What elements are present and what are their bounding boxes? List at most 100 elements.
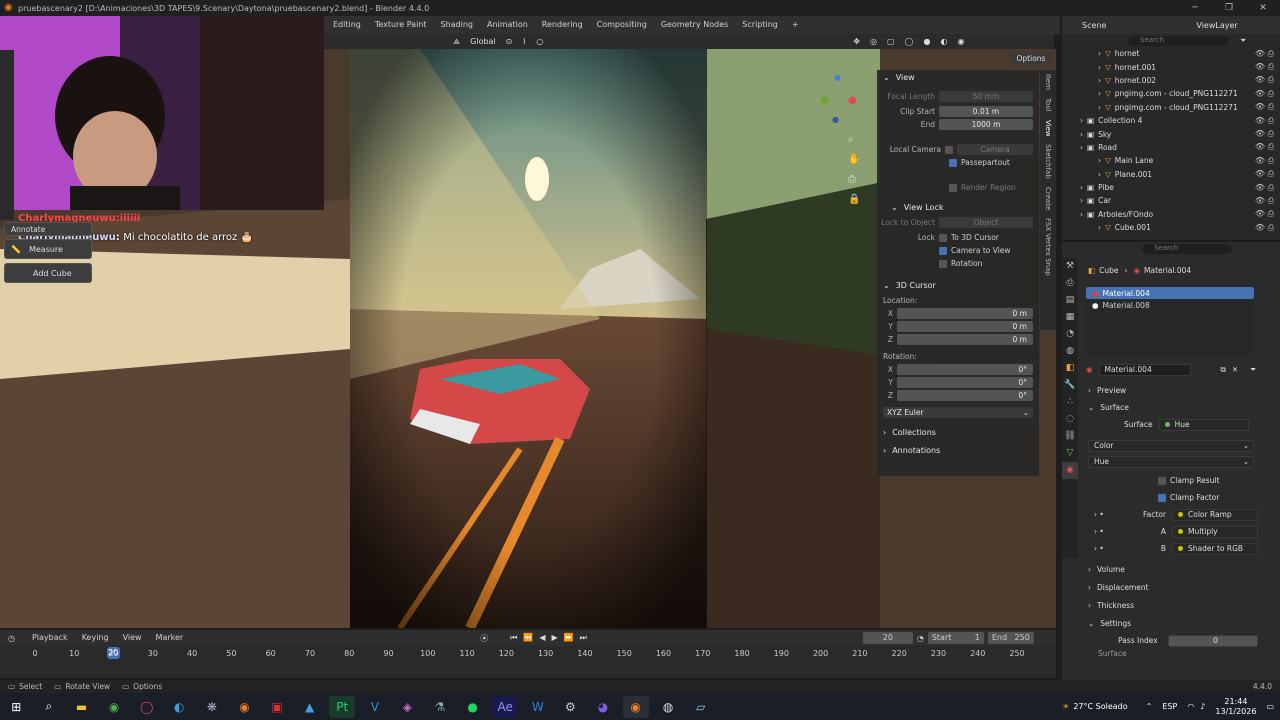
chevron-right-icon[interactable]: › <box>1098 49 1101 58</box>
visibility-icon[interactable]: 👁 ⎙ <box>1255 183 1274 193</box>
rot-x-field[interactable]: 0° <box>897 364 1033 375</box>
local-camera-field[interactable]: Camera <box>957 144 1033 155</box>
opera-icon[interactable]: ◯ <box>134 696 160 718</box>
object-tab-icon[interactable]: ◧ <box>1062 360 1078 377</box>
clip-start-field[interactable]: 0.01 m <box>939 106 1033 117</box>
clip-end-field[interactable]: 1000 m <box>939 119 1033 130</box>
to-3d-cursor-checkbox[interactable] <box>939 233 947 242</box>
tool-tab-icon[interactable]: ⚒ <box>1062 258 1078 275</box>
outliner-row[interactable]: › ▽ hornet.001 👁 ⎙ <box>1062 60 1280 73</box>
outliner-row[interactable]: › ▽ pngimg.com - cloud_PNG112271 👁 ⎙ <box>1062 101 1280 114</box>
material-name-field[interactable]: Material.004 <box>1098 363 1191 376</box>
view-menu[interactable]: View <box>116 629 149 647</box>
tab-editing[interactable]: Editing <box>326 16 368 34</box>
chevron-right-icon[interactable]: › <box>1080 143 1083 152</box>
blender-taskbar-icon[interactable]: ◉ <box>231 696 257 718</box>
tab-geometry-nodes[interactable]: Geometry Nodes <box>654 16 735 34</box>
file-explorer-icon[interactable]: ▬ <box>68 696 94 718</box>
gizmo-icon[interactable]: ✥ <box>848 37 865 46</box>
xray-icon[interactable]: ▢ <box>882 37 900 46</box>
3d-cursor-header[interactable]: ⌄ 3D Cursor <box>877 278 1039 292</box>
visibility-icon[interactable]: 👁 ⎙ <box>1255 102 1274 112</box>
weather-text[interactable]: 27°C Soleado <box>1073 702 1127 711</box>
clamp-result-checkbox[interactable] <box>1158 476 1166 485</box>
settings-icon[interactable]: ⚙ <box>557 696 583 718</box>
visibility-icon[interactable]: 👁 ⎙ <box>1255 89 1274 99</box>
visibility-icon[interactable]: 👁 ⎙ <box>1255 223 1274 233</box>
playback-menu[interactable]: Playback <box>25 629 75 647</box>
material-browse-icon[interactable]: ◉ <box>1086 365 1093 374</box>
preview-header[interactable]: › Preview <box>1062 382 1280 399</box>
outliner-row[interactable]: › ▽ pngimg.com - cloud_PNG112271 👁 ⎙ <box>1062 87 1280 100</box>
loc-x-field[interactable]: 0 m <box>897 308 1033 319</box>
overlays-icon[interactable]: ◎ <box>865 37 882 46</box>
material-tab-icon[interactable]: ◉ <box>1062 462 1078 479</box>
clamp-factor-checkbox[interactable] <box>1158 493 1166 502</box>
maximize-button[interactable]: ❐ <box>1212 0 1246 16</box>
loc-z-field[interactable]: 0 m <box>897 334 1033 345</box>
discord-icon[interactable]: ◕ <box>590 696 616 718</box>
axis-x-icon[interactable]: ● <box>848 95 857 106</box>
axis-neg-z-icon[interactable]: ● <box>832 115 839 124</box>
chevron-right-icon[interactable]: › <box>1080 116 1083 125</box>
visibility-icon[interactable]: 👁 ⎙ <box>1255 196 1274 206</box>
render-region-checkbox[interactable] <box>949 183 957 192</box>
outliner-row[interactable]: › ▽ Main Lane 👁 ⎙ <box>1062 154 1280 167</box>
visibility-icon[interactable]: 👁 ⎙ <box>1255 209 1274 219</box>
youtube-icon[interactable]: ▣ <box>264 696 290 718</box>
modifier-tab-icon[interactable]: 🔧 <box>1062 377 1078 394</box>
input-a-link[interactable]: Multiply <box>1172 525 1258 538</box>
chevron-up-icon[interactable]: ⌃ <box>1146 702 1153 711</box>
tab-item[interactable]: Item <box>1044 74 1052 90</box>
minimize-button[interactable]: ─ <box>1178 0 1212 16</box>
chevron-right-icon[interactable]: › <box>1080 196 1083 205</box>
chevron-right-icon[interactable]: › • <box>1094 544 1128 553</box>
chevron-right-icon[interactable]: › <box>1080 183 1083 192</box>
euler-mode-dropdown[interactable]: XYZ Euler ⌄ <box>883 407 1033 418</box>
visibility-icon[interactable]: 👁 ⎙ <box>1255 116 1274 126</box>
outliner-row[interactable]: › ▣ Collection 4 👁 ⎙ <box>1062 114 1280 127</box>
displacement-header[interactable]: › Displacement <box>1062 579 1280 596</box>
color-dropdown[interactable]: Color ⌄ <box>1088 439 1254 452</box>
settings-header[interactable]: ⌄ Settings <box>1062 615 1280 632</box>
lock-icon[interactable]: 🔒 <box>848 190 862 210</box>
properties-search-input[interactable]: Search <box>1142 244 1232 254</box>
tab-sketchfab[interactable]: Sketchfab <box>1044 144 1052 179</box>
thickness-header[interactable]: › Thickness <box>1062 597 1280 614</box>
spotify-icon[interactable]: ● <box>460 696 486 718</box>
clock[interactable]: 21:44 13/1/2026 <box>1215 697 1256 717</box>
axis-y-icon[interactable]: ● <box>820 95 829 106</box>
edge-icon[interactable]: ◐ <box>166 696 192 718</box>
chevron-right-icon[interactable]: › • <box>1094 510 1128 519</box>
chevron-right-icon[interactable]: › <box>1098 89 1101 98</box>
hue-dropdown[interactable]: Hue ⌄ <box>1088 455 1254 468</box>
viewlayer-selector[interactable]: ViewLayer <box>1196 21 1237 30</box>
tab-create[interactable]: Create <box>1044 187 1052 210</box>
chevron-right-icon[interactable]: › <box>1098 103 1101 112</box>
axis-z-icon[interactable]: ● <box>834 73 841 82</box>
add-cube-tool[interactable]: Add Cube <box>4 263 92 283</box>
focal-length-field[interactable]: 50 mm <box>939 91 1033 102</box>
passepartout-checkbox[interactable] <box>949 158 957 167</box>
material-slot[interactable]: ● Material.008 <box>1086 299 1254 311</box>
collections-header[interactable]: › Collections <box>877 425 1039 439</box>
loc-y-field[interactable]: 0 m <box>897 321 1033 332</box>
output-tab-icon[interactable]: ▤ <box>1062 292 1078 309</box>
input-b-link[interactable]: Shader to RGB <box>1172 542 1258 555</box>
timeline-editor-icon[interactable]: ◷ <box>8 634 15 643</box>
keying-menu[interactable]: Keying <box>75 629 116 647</box>
volume-header[interactable]: › Volume <box>1062 561 1280 578</box>
outliner-row[interactable]: › ▣ Road 👁 ⎙ <box>1062 141 1280 154</box>
tab-texture-paint[interactable]: Texture Paint <box>368 16 434 34</box>
add-workspace-button[interactable]: + <box>785 16 806 34</box>
outliner-row[interactable]: › ▣ Arboles/FOndo 👁 ⎙ <box>1062 208 1280 221</box>
vscode-icon[interactable]: V <box>362 696 388 718</box>
lock-to-object-field[interactable]: Object <box>939 217 1033 228</box>
scene-tab-icon[interactable]: ◔ <box>1062 326 1078 343</box>
chevron-right-icon[interactable]: › • <box>1094 527 1128 536</box>
unlink-material-icon[interactable]: ✕ <box>1232 365 1238 374</box>
local-camera-checkbox[interactable] <box>945 145 953 154</box>
constraints-tab-icon[interactable]: ⛓ <box>1062 428 1078 445</box>
tab-tool[interactable]: Tool <box>1044 98 1052 112</box>
app2-icon[interactable]: ◈ <box>394 696 420 718</box>
